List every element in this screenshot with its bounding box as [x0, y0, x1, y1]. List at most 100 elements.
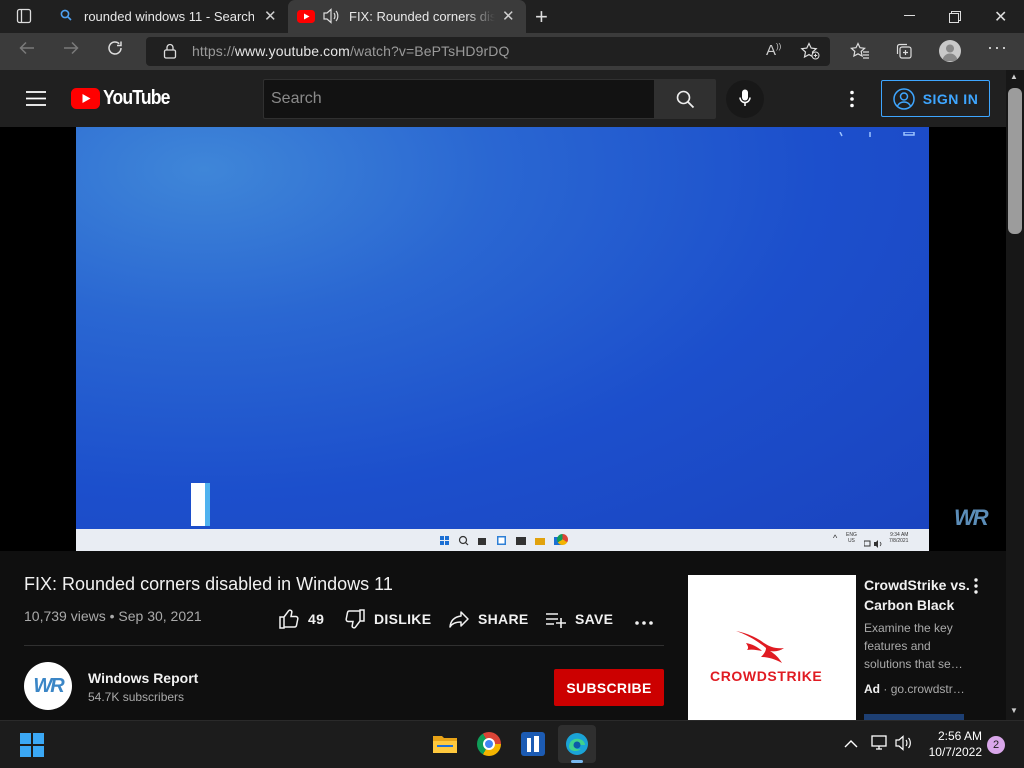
new-tab-button[interactable]: + [535, 4, 548, 30]
profile-avatar[interactable] [939, 40, 961, 62]
search-button[interactable] [654, 79, 716, 119]
like-button[interactable]: 49 [278, 606, 324, 632]
channel-name[interactable]: Windows Report [88, 670, 198, 686]
chrome-core [485, 740, 493, 748]
channel-avatar-text: WR [33, 674, 64, 697]
browser-tab-strip: rounded windows 11 - Search ✕ FIX: Round… [0, 0, 1024, 33]
tab-title: FIX: Rounded corners disabled in Windows… [349, 9, 495, 24]
tab-search[interactable]: rounded windows 11 - Search ✕ [48, 0, 284, 33]
close-tab-icon[interactable]: ✕ [264, 9, 277, 24]
youtube-header: YouTube SIGN IN [0, 70, 1006, 127]
youtube-logo[interactable]: YouTube [71, 87, 179, 110]
view-count: 10,739 views [24, 608, 106, 624]
section-divider [24, 645, 664, 646]
edge-icon [565, 732, 589, 761]
ad-menu-icon[interactable] [974, 578, 978, 599]
voice-search-button[interactable] [726, 80, 764, 118]
favorites-icon[interactable] [850, 42, 870, 65]
youtube-logo-text: YouTube [103, 87, 170, 109]
close-window-button[interactable]: ✕ [994, 7, 1007, 27]
windows-taskbar: 2 [0, 720, 1024, 768]
tray-chevron-icon[interactable] [844, 736, 858, 754]
more-actions-icon[interactable] [635, 612, 653, 630]
search-input[interactable] [263, 79, 655, 119]
subscribe-button[interactable]: SUBSCRIBE [554, 669, 664, 706]
add-favorite-icon[interactable] [800, 42, 820, 65]
tab-youtube[interactable]: FIX: Rounded corners disabled in Windows… [288, 0, 526, 33]
minimize-button[interactable] [904, 15, 915, 16]
address-bar[interactable]: https://www.youtube.com/watch?v=BePTsHD9… [146, 37, 830, 66]
video-tray-clock: 9:34 AM 7/8/2021 [889, 532, 908, 544]
scroll-up-arrow[interactable]: ▲ [1010, 72, 1018, 81]
sign-in-button[interactable]: SIGN IN [881, 80, 990, 117]
share-icon [449, 611, 469, 628]
ad-source: Ad · go.crowdstr… [864, 682, 965, 696]
restore-button[interactable] [949, 10, 961, 23]
scroll-down-arrow[interactable]: ▼ [1010, 706, 1018, 715]
video-tray-date: 7/8/2021 [889, 538, 909, 544]
ad-badge: Ad [864, 682, 880, 696]
taskbar-time[interactable]: 2:56 AM [934, 729, 982, 743]
browser-toolbar: https://www.youtube.com/watch?v=BePTsHD9… [0, 33, 1024, 70]
hamburger-menu-icon[interactable] [26, 91, 46, 111]
read-aloud-icon[interactable]: A)) [766, 42, 781, 59]
more-menu-icon[interactable]: ··· [987, 37, 1008, 58]
search-icon [676, 90, 695, 114]
share-label: SHARE [478, 611, 529, 627]
thumbs-up-icon [279, 609, 299, 629]
ad-thumbnail[interactable]: CROWDSTRIKE [688, 575, 856, 720]
playlist-add-icon [546, 613, 566, 628]
notification-badge[interactable]: 2 [987, 736, 1005, 754]
video-frame[interactable]: ^ ENG US 9:34 AM 7/8/2021 [76, 127, 929, 551]
url-prefix: https:// [192, 43, 235, 59]
url-path: /watch?v=BePTsHD9rDQ [349, 43, 510, 59]
speaker-icon[interactable] [322, 8, 340, 27]
falcon-logo-icon [732, 625, 792, 674]
save-label: SAVE [575, 611, 614, 627]
url-text: https://www.youtube.com/watch?v=BePTsHD9… [192, 43, 510, 59]
video-tray-icons [863, 535, 888, 551]
close-tab-icon[interactable]: ✕ [502, 9, 515, 24]
volume-icon[interactable] [895, 735, 913, 756]
video-title: FIX: Rounded corners disabled in Windows… [24, 574, 393, 594]
microphone-icon [739, 89, 751, 114]
sign-in-label: SIGN IN [922, 90, 979, 107]
ad-title[interactable]: CrowdStrike vs. Carbon Black [864, 575, 974, 615]
video-player[interactable]: ^ ENG US 9:34 AM 7/8/2021 WR [0, 127, 1006, 551]
subscriber-count: 54.7K subscribers [88, 690, 185, 704]
scrollbar-thumb[interactable] [1008, 88, 1022, 234]
network-icon[interactable] [871, 735, 889, 756]
cursor-bar [191, 483, 210, 526]
like-count: 49 [308, 611, 325, 627]
chrome-icon[interactable] [477, 732, 501, 756]
back-button[interactable] [18, 39, 36, 62]
app-icon[interactable] [521, 732, 545, 761]
lock-icon[interactable] [163, 43, 177, 64]
dislike-label: DISLIKE [374, 611, 432, 627]
ad-domain: go.crowdstr… [890, 682, 965, 696]
forward-button[interactable] [62, 39, 80, 62]
publish-date: Sep 30, 2021 [118, 608, 202, 624]
youtube-favicon-icon [297, 10, 315, 26]
ad-description: Examine the key features and solutions t… [864, 621, 963, 671]
share-button[interactable]: SHARE [448, 606, 529, 632]
file-explorer-icon[interactable] [432, 733, 458, 760]
video-tray-lang: ENG US [846, 532, 857, 544]
save-button[interactable]: SAVE [545, 606, 613, 632]
start-button[interactable] [20, 733, 44, 762]
more-options-icon[interactable] [850, 90, 854, 113]
channel-avatar[interactable]: WR [24, 662, 72, 710]
search-icon [60, 9, 72, 24]
video-meta: 10,739 views • Sep 30, 2021 [24, 608, 202, 624]
dislike-button[interactable]: DISLIKE [344, 606, 431, 632]
youtube-logo-icon [71, 88, 100, 109]
tab-actions-icon[interactable] [16, 8, 32, 24]
video-top-icons [836, 127, 926, 137]
notification-count: 2 [992, 739, 1000, 751]
taskbar-date[interactable]: 10/7/2022 [922, 745, 982, 759]
edge-taskbar-button[interactable] [558, 725, 596, 763]
refresh-button[interactable] [106, 39, 124, 62]
video-inner-taskbar: ^ ENG US 9:34 AM 7/8/2021 [76, 529, 929, 551]
tab-title: rounded windows 11 - Search [84, 9, 254, 24]
collections-icon[interactable] [895, 42, 913, 65]
